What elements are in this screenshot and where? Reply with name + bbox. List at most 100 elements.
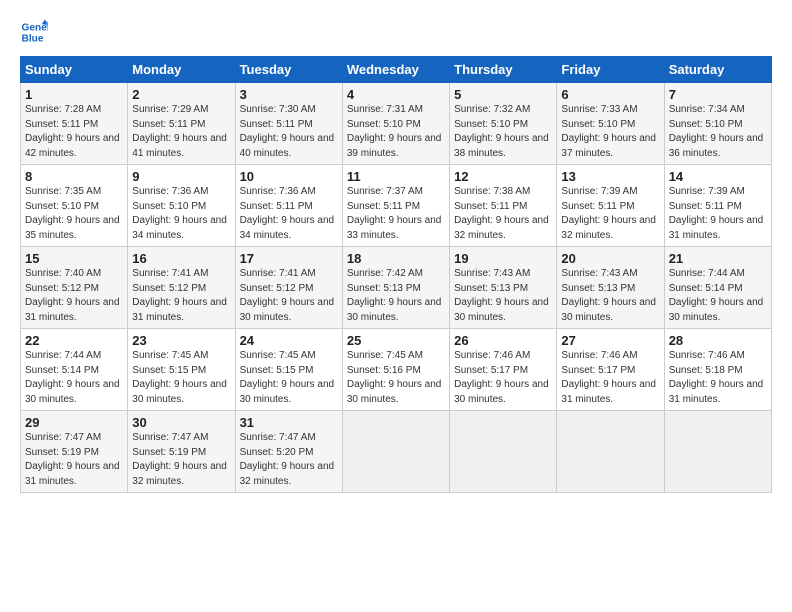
daylight-text: Daylight: 9 hours and 38 minutes. [454, 133, 549, 159]
sunset-text: Sunset: 5:11 PM [25, 119, 98, 130]
calendar-week-5: 29Sunrise: 7:47 AMSunset: 5:19 PMDayligh… [21, 411, 772, 493]
logo: General Blue [20, 18, 52, 46]
day-info: Sunrise: 7:33 AMSunset: 5:10 PMDaylight:… [561, 103, 659, 161]
sunset-text: Sunset: 5:15 PM [240, 365, 314, 376]
sunrise-text: Sunrise: 7:41 AM [240, 268, 316, 279]
calendar-cell: 12Sunrise: 7:38 AMSunset: 5:11 PMDayligh… [450, 165, 557, 247]
calendar-cell: 29Sunrise: 7:47 AMSunset: 5:19 PMDayligh… [21, 411, 128, 493]
day-number: 3 [240, 87, 338, 102]
day-number: 4 [347, 87, 445, 102]
sunset-text: Sunset: 5:13 PM [347, 283, 421, 294]
sunrise-text: Sunrise: 7:31 AM [347, 104, 423, 115]
day-info: Sunrise: 7:41 AMSunset: 5:12 PMDaylight:… [240, 267, 338, 325]
calendar-cell [342, 411, 449, 493]
calendar-week-4: 22Sunrise: 7:44 AMSunset: 5:14 PMDayligh… [21, 329, 772, 411]
calendar-table: SundayMondayTuesdayWednesdayThursdayFrid… [20, 56, 772, 493]
day-info: Sunrise: 7:47 AMSunset: 5:20 PMDaylight:… [240, 431, 338, 489]
sunrise-text: Sunrise: 7:32 AM [454, 104, 530, 115]
daylight-text: Daylight: 9 hours and 31 minutes. [669, 215, 764, 241]
daylight-text: Daylight: 9 hours and 34 minutes. [132, 215, 227, 241]
calendar-cell: 27Sunrise: 7:46 AMSunset: 5:17 PMDayligh… [557, 329, 664, 411]
calendar-cell: 10Sunrise: 7:36 AMSunset: 5:11 PMDayligh… [235, 165, 342, 247]
calendar-cell: 13Sunrise: 7:39 AMSunset: 5:11 PMDayligh… [557, 165, 664, 247]
day-info: Sunrise: 7:44 AMSunset: 5:14 PMDaylight:… [25, 349, 123, 407]
calendar-cell: 11Sunrise: 7:37 AMSunset: 5:11 PMDayligh… [342, 165, 449, 247]
calendar-cell: 22Sunrise: 7:44 AMSunset: 5:14 PMDayligh… [21, 329, 128, 411]
weekday-header-wednesday: Wednesday [342, 57, 449, 83]
calendar-cell: 28Sunrise: 7:46 AMSunset: 5:18 PMDayligh… [664, 329, 771, 411]
calendar-cell: 16Sunrise: 7:41 AMSunset: 5:12 PMDayligh… [128, 247, 235, 329]
calendar-cell: 19Sunrise: 7:43 AMSunset: 5:13 PMDayligh… [450, 247, 557, 329]
sunset-text: Sunset: 5:19 PM [132, 447, 206, 458]
sunset-text: Sunset: 5:12 PM [240, 283, 314, 294]
sunset-text: Sunset: 5:11 PM [669, 201, 742, 212]
day-number: 23 [132, 333, 230, 348]
weekday-header-tuesday: Tuesday [235, 57, 342, 83]
calendar-cell: 20Sunrise: 7:43 AMSunset: 5:13 PMDayligh… [557, 247, 664, 329]
sunset-text: Sunset: 5:10 PM [669, 119, 743, 130]
sunset-text: Sunset: 5:17 PM [561, 365, 635, 376]
day-number: 12 [454, 169, 552, 184]
weekday-header-saturday: Saturday [664, 57, 771, 83]
calendar-cell: 7Sunrise: 7:34 AMSunset: 5:10 PMDaylight… [664, 83, 771, 165]
day-number: 21 [669, 251, 767, 266]
page: General Blue SundayMondayTuesdayWednesda… [0, 0, 792, 612]
sunset-text: Sunset: 5:10 PM [454, 119, 528, 130]
sunset-text: Sunset: 5:15 PM [132, 365, 206, 376]
daylight-text: Daylight: 9 hours and 39 minutes. [347, 133, 442, 159]
weekday-header-monday: Monday [128, 57, 235, 83]
day-number: 18 [347, 251, 445, 266]
sunrise-text: Sunrise: 7:29 AM [132, 104, 208, 115]
sunrise-text: Sunrise: 7:45 AM [132, 350, 208, 361]
sunset-text: Sunset: 5:18 PM [669, 365, 743, 376]
day-number: 29 [25, 415, 123, 430]
day-number: 10 [240, 169, 338, 184]
sunset-text: Sunset: 5:17 PM [454, 365, 528, 376]
weekday-header-thursday: Thursday [450, 57, 557, 83]
day-info: Sunrise: 7:46 AMSunset: 5:17 PMDaylight:… [561, 349, 659, 407]
sunset-text: Sunset: 5:19 PM [25, 447, 99, 458]
calendar-week-2: 8Sunrise: 7:35 AMSunset: 5:10 PMDaylight… [21, 165, 772, 247]
calendar-cell: 26Sunrise: 7:46 AMSunset: 5:17 PMDayligh… [450, 329, 557, 411]
day-info: Sunrise: 7:45 AMSunset: 5:15 PMDaylight:… [132, 349, 230, 407]
day-info: Sunrise: 7:41 AMSunset: 5:12 PMDaylight:… [132, 267, 230, 325]
day-info: Sunrise: 7:32 AM Sunset: 5:10 PM Daylight:… [454, 103, 552, 161]
sunrise-text: Sunrise: 7:36 AM [240, 186, 316, 197]
sunrise-text: Sunrise: 7:43 AM [454, 268, 530, 279]
sunset-text: Sunset: 5:11 PM [132, 119, 205, 130]
day-number: 28 [669, 333, 767, 348]
day-number: 13 [561, 169, 659, 184]
calendar-cell: 6Sunrise: 7:33 AMSunset: 5:10 PMDaylight… [557, 83, 664, 165]
day-number: 17 [240, 251, 338, 266]
sunrise-text: Sunrise: 7:39 AM [669, 186, 745, 197]
sunset-text: Sunset: 5:16 PM [347, 365, 421, 376]
daylight-text: Daylight: 9 hours and 42 minutes. [25, 133, 120, 159]
sunrise-text: Sunrise: 7:35 AM [25, 186, 101, 197]
calendar-cell: 5Sunrise: 7:32 AMSunset: 5:10 PMDaylight… [450, 83, 557, 165]
sunrise-text: Sunrise: 7:39 AM [561, 186, 637, 197]
daylight-text: Daylight: 9 hours and 31 minutes. [561, 379, 656, 405]
daylight-text: Daylight: 9 hours and 32 minutes. [561, 215, 656, 241]
day-info: Sunrise: 7:47 AMSunset: 5:19 PMDaylight:… [25, 431, 123, 489]
sunset-text: Sunset: 5:14 PM [25, 365, 99, 376]
calendar-week-1: 1Sunrise: 7:28 AMSunset: 5:11 PMDaylight… [21, 83, 772, 165]
sunrise-text: Sunrise: 7:45 AM [240, 350, 316, 361]
daylight-text: Daylight: 9 hours and 30 minutes. [454, 379, 549, 405]
daylight-text: Daylight: 9 hours and 36 minutes. [669, 133, 764, 159]
sunrise-text: Sunrise: 7:45 AM [347, 350, 423, 361]
sunrise-text: Sunrise: 7:44 AM [669, 268, 745, 279]
calendar-cell: 25Sunrise: 7:45 AMSunset: 5:16 PMDayligh… [342, 329, 449, 411]
day-number: 24 [240, 333, 338, 348]
day-info: Sunrise: 7:37 AMSunset: 5:11 PMDaylight:… [347, 185, 445, 243]
calendar-cell [557, 411, 664, 493]
day-info: Sunrise: 7:44 AMSunset: 5:14 PMDaylight:… [669, 267, 767, 325]
sunset-text: Sunset: 5:13 PM [454, 283, 528, 294]
day-info: Sunrise: 7:36 AMSunset: 5:11 PMDaylight:… [240, 185, 338, 243]
daylight-text: Daylight: 9 hours and 30 minutes. [240, 379, 335, 405]
sunrise-text: Sunrise: 7:41 AM [132, 268, 208, 279]
day-info: Sunrise: 7:35 AMSunset: 5:10 PMDaylight:… [25, 185, 123, 243]
calendar-cell: 9Sunrise: 7:36 AMSunset: 5:10 PMDaylight… [128, 165, 235, 247]
calendar-cell: 2Sunrise: 7:29 AMSunset: 5:11 PMDaylight… [128, 83, 235, 165]
daylight-text: Daylight: 9 hours and 31 minutes. [25, 461, 120, 487]
daylight-text: Daylight: 9 hours and 30 minutes. [561, 297, 656, 323]
